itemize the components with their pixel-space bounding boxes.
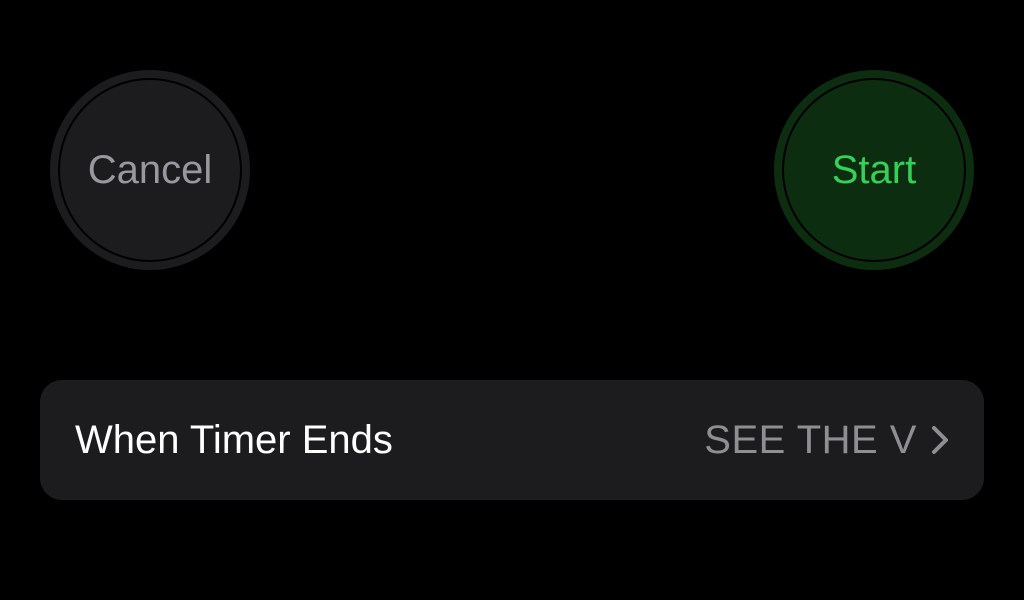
timer-action-row: Cancel Start (0, 70, 1024, 270)
cancel-button-label: Cancel (88, 148, 213, 193)
when-timer-ends-row[interactable]: When Timer Ends SEE THE V (40, 380, 984, 500)
start-button-label: Start (832, 148, 916, 193)
when-timer-ends-value-wrap: SEE THE V (704, 418, 949, 463)
when-timer-ends-value: SEE THE V (704, 418, 917, 463)
start-button[interactable]: Start (774, 70, 974, 270)
cancel-button[interactable]: Cancel (50, 70, 250, 270)
chevron-right-icon (931, 424, 949, 456)
when-timer-ends-label: When Timer Ends (75, 418, 393, 463)
